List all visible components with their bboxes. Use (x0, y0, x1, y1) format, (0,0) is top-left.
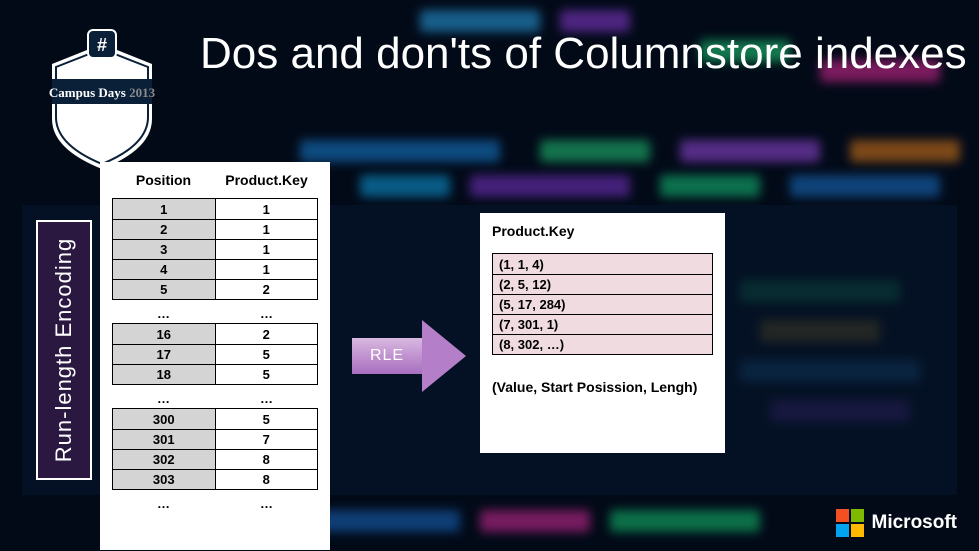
table-row: 31 (113, 239, 317, 259)
encoded-header: Product.Key (492, 223, 713, 239)
table-group-1: 11 21 31 41 52 (112, 198, 318, 300)
table-row: 52 (113, 279, 317, 299)
encoded-rows: (1, 1, 4) (2, 5, 12) (5, 17, 284) (7, 30… (492, 253, 713, 355)
microsoft-wordmark: Microsoft (872, 512, 958, 534)
encoded-row: (8, 302, …) (493, 334, 712, 354)
ellipsis-row: …… (112, 496, 318, 511)
encoded-legend: (Value, Start Posission, Lengh) (492, 379, 713, 395)
arrow-label: RLE (352, 338, 422, 374)
sidebar-label-box: Run-length Encoding (36, 220, 92, 480)
encoded-row: (2, 5, 12) (493, 274, 712, 294)
microsoft-squares-icon (836, 509, 864, 537)
table-row: 3005 (113, 409, 317, 429)
source-table: Position Product.Key 11 21 31 41 52 …… 1… (100, 162, 330, 550)
table-row: 11 (113, 199, 317, 219)
col-header-position: Position (112, 172, 215, 188)
table-row: 162 (113, 324, 317, 344)
table-row: 3017 (113, 429, 317, 449)
table-row: 3038 (113, 469, 317, 489)
svg-text:Campus Days 2013: Campus Days 2013 (49, 85, 156, 100)
table-row: 175 (113, 344, 317, 364)
table-group-3: 3005 3017 3028 3038 (112, 408, 318, 490)
sidebar-label: Run-length Encoding (51, 238, 77, 462)
table-row: 3028 (113, 449, 317, 469)
col-header-productkey: Product.Key (215, 172, 318, 188)
ellipsis-row: …… (112, 306, 318, 321)
microsoft-logo: Microsoft (836, 509, 958, 537)
slide-title: Dos and don'ts of Columnstore indexes (200, 30, 967, 78)
rle-arrow: RLE (352, 320, 466, 392)
campus-days-badge: Campus Days 2013 # (32, 24, 172, 174)
table-row: 41 (113, 259, 317, 279)
table-group-2: 162 175 185 (112, 323, 318, 385)
encoded-row: (5, 17, 284) (493, 294, 712, 314)
arrow-head-icon (422, 320, 466, 392)
ellipsis-row: …… (112, 391, 318, 406)
table-row: 21 (113, 219, 317, 239)
encoded-row: (1, 1, 4) (493, 254, 712, 274)
table-row: 185 (113, 364, 317, 384)
encoded-table: Product.Key (1, 1, 4) (2, 5, 12) (5, 17,… (480, 213, 725, 453)
svg-text:#: # (97, 35, 107, 55)
encoded-row: (7, 301, 1) (493, 314, 712, 334)
